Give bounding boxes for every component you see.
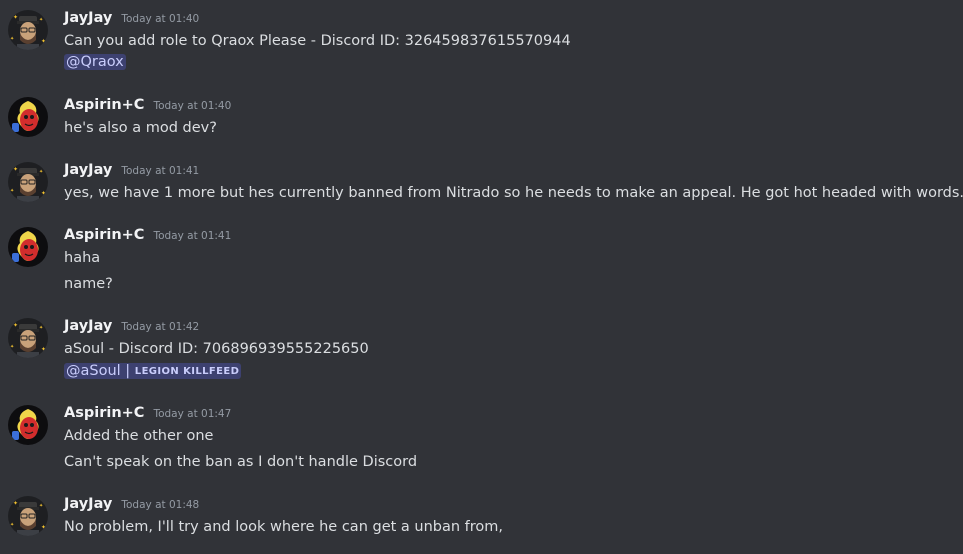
svg-text:✦: ✦ [39, 503, 43, 509]
svg-text:✦: ✦ [10, 188, 14, 194]
timestamp: Today at 01:42 [121, 321, 200, 333]
svg-text:✦: ✦ [41, 524, 46, 531]
chat-message-list: ✦ ✦ ✦ ✦ JayJay Today at 01:40 Can you ad… [0, 0, 963, 554]
username[interactable]: Aspirin+C [64, 97, 144, 113]
message-text: Can you add role to Qraox Please - Disco… [64, 33, 571, 49]
message-text: haha [64, 250, 101, 266]
message-header: JayJay Today at 01:40 [64, 10, 199, 30]
message-text: he's also a mod dev? [64, 120, 217, 136]
message-text: No problem, I'll try and look where he c… [64, 519, 504, 535]
user-mention[interactable]: @Qraox [64, 54, 126, 70]
message-group: ✦ ✦ ✦ ✦ JayJay Today at 01:41 yes, we ha… [0, 162, 963, 206]
message-header: Aspirin+C Today at 01:47 [64, 405, 231, 425]
message-group: Aspirin+C Today at 01:40 he's also a mod… [0, 97, 963, 141]
svg-text:✦: ✦ [13, 322, 18, 329]
timestamp: Today at 01:41 [153, 230, 232, 242]
svg-text:✦: ✦ [41, 38, 46, 45]
svg-text:✦: ✦ [13, 500, 18, 507]
message-text: yes, we have 1 more but hes currently ba… [64, 185, 963, 201]
svg-text:✦: ✦ [39, 17, 43, 23]
jayjay-avatar[interactable]: ✦ ✦ ✦ ✦ [8, 10, 48, 50]
timestamp: Today at 01:40 [153, 100, 232, 112]
svg-text:✦: ✦ [10, 522, 14, 528]
svg-text:✦: ✦ [10, 344, 14, 350]
mention-line: @Qraox [64, 52, 126, 72]
message-group: ✦ ✦ ✦ ✦ JayJay Today at 01:42 aSoul - Di… [0, 318, 963, 382]
jayjay-avatar[interactable]: ✦ ✦ ✦ ✦ [8, 496, 48, 536]
username[interactable]: JayJay [64, 496, 112, 512]
username[interactable]: JayJay [64, 10, 112, 26]
message-header: JayJay Today at 01:42 [64, 318, 199, 338]
message-group: Aspirin+C Today at 01:47 Added the other… [0, 405, 963, 475]
svg-text:✦: ✦ [39, 325, 43, 331]
aspirin-avatar[interactable] [8, 97, 48, 137]
username[interactable]: JayJay [64, 162, 112, 178]
message-group: ✦ ✦ ✦ ✦ JayJay Today at 01:48 No problem… [0, 496, 963, 540]
message-text: aSoul - Discord ID: 706896939555225650 [64, 341, 369, 357]
svg-text:✦: ✦ [10, 36, 14, 42]
mention-line: @aSoul | LEGION KILLFEED [64, 361, 242, 381]
message-text: Added the other one [64, 428, 214, 444]
jayjay-avatar[interactable]: ✦ ✦ ✦ ✦ [8, 318, 48, 358]
svg-text:✦: ✦ [41, 346, 46, 353]
message-header: Aspirin+C Today at 01:40 [64, 97, 231, 117]
svg-text:✦: ✦ [41, 190, 46, 197]
timestamp: Today at 01:40 [121, 13, 200, 25]
message-header: JayJay Today at 01:48 [64, 496, 199, 516]
user-mention[interactable]: @aSoul | LEGION KILLFEED [64, 363, 242, 379]
message-text: name? [64, 276, 113, 292]
svg-text:✦: ✦ [13, 166, 18, 173]
username[interactable]: JayJay [64, 318, 112, 334]
message-group: ✦ ✦ ✦ ✦ JayJay Today at 01:40 Can you ad… [0, 10, 963, 74]
svg-text:✦: ✦ [39, 169, 43, 175]
jayjay-avatar[interactable]: ✦ ✦ ✦ ✦ [8, 162, 48, 202]
username[interactable]: Aspirin+C [64, 405, 144, 421]
message-header: Aspirin+C Today at 01:41 [64, 227, 231, 247]
aspirin-avatar[interactable] [8, 405, 48, 445]
message-text: Can't speak on the ban as I don't handle… [64, 454, 418, 470]
svg-text:✦: ✦ [13, 14, 18, 21]
message-header: JayJay Today at 01:41 [64, 162, 199, 182]
username[interactable]: Aspirin+C [64, 227, 144, 243]
timestamp: Today at 01:47 [153, 408, 232, 420]
mention-name: @aSoul | [66, 363, 135, 379]
mention-role-tag: LEGION KILLFEED [134, 366, 240, 377]
aspirin-avatar[interactable] [8, 227, 48, 267]
timestamp: Today at 01:48 [121, 499, 200, 511]
message-group: Aspirin+C Today at 01:41 haha name? [0, 227, 963, 297]
timestamp: Today at 01:41 [121, 165, 200, 177]
